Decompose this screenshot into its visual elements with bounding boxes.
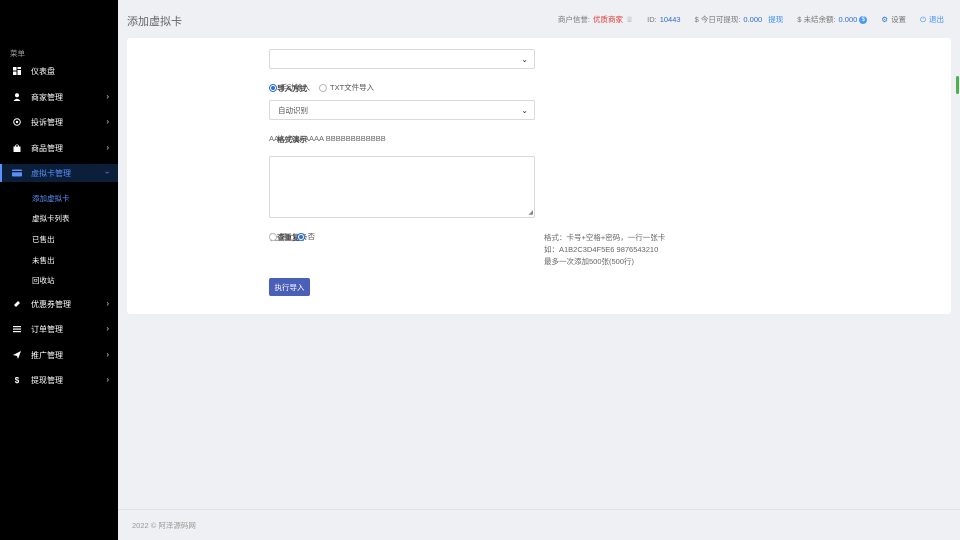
merchant-reputation: 商户信誉: 优质商家 ♕ [558, 14, 633, 25]
sidebar-item-label: 仪表盘 [31, 66, 55, 76]
radio-label: 是 [280, 232, 288, 241]
radio-label: 手动输入 [280, 83, 310, 92]
check-dup-no[interactable]: 否 [296, 231, 316, 242]
radio-unchecked-icon[interactable] [319, 83, 327, 92]
gear-icon: ⚙ [881, 15, 889, 24]
sidebar-item-label: 推广管理 [31, 350, 63, 360]
chevron-right-icon: › [106, 117, 109, 126]
id-label: ID: [647, 15, 657, 24]
footer-copyright: 2022 © 阿泽源码网 [132, 521, 196, 530]
import-method-manual[interactable]: 手动输入 [269, 82, 310, 93]
sidebar-item-promotion[interactable]: 推广管理 › [0, 346, 118, 364]
today-withdrawable: $ 今日可提现: 0.000 提现 [695, 14, 784, 25]
sub-item-add-card[interactable]: 添加虚拟卡 [32, 193, 70, 204]
chevron-down-icon: › [103, 171, 113, 174]
limit-hint: 最多一次添加500张(500行) [544, 257, 635, 266]
dollar-icon: $ [14, 375, 20, 385]
chevron-right-icon: › [106, 350, 109, 359]
sidebar-item-coupons[interactable]: 优惠券管理 › [0, 295, 118, 313]
sidebar-item-label: 投诉管理 [31, 117, 63, 127]
sidebar-item-label: 商家管理 [31, 92, 63, 102]
send-icon [11, 349, 23, 361]
power-icon: ⏻ [920, 14, 926, 24]
sidebar-item-label: 商品管理 [31, 143, 63, 153]
page-title: 添加虚拟卡 [127, 16, 182, 28]
chevron-down-icon: ⌄ [521, 106, 528, 115]
demo-value: AAAAAAAAAAA BBBBBBBBBBBB [269, 134, 386, 143]
sidebar-item-label: 提现管理 [31, 375, 63, 385]
list-icon [11, 323, 23, 335]
check-dup-yes[interactable]: 是 [269, 231, 288, 242]
pending-label: $ 未结余额: [797, 15, 836, 24]
ticket-icon [11, 298, 23, 310]
coin-icon: $ [859, 15, 868, 24]
pending-balance: $ 未结余额: 0.000 $ [797, 14, 868, 25]
user-icon [11, 91, 23, 103]
settings-label: 设置 [891, 15, 907, 24]
topbar: 添加虚拟卡 商户信誉: 优质商家 ♕ ID: 10443 $ 今日可提现: 0.… [118, 0, 960, 38]
sidebar-item-label: 优惠券管理 [31, 299, 71, 309]
import-method-txt[interactable]: TXT文件导入 [319, 82, 374, 93]
withdraw-link[interactable]: 提现 [768, 14, 783, 25]
sub-item-unsold[interactable]: 未售出 [32, 255, 55, 266]
account-info: 商户信誉: 优质商家 ♕ ID: 10443 $ 今日可提现: 0.000 提现… [544, 14, 944, 25]
merchant-label: 商户信誉: [557, 15, 590, 24]
id-value: 10443 [659, 15, 681, 24]
execute-import-button[interactable]: 执行导入 [269, 278, 310, 296]
sub-item-recycle-bin[interactable]: 回收站 [32, 275, 55, 286]
sidebar-menu-title: 菜单 [10, 49, 25, 58]
footer-divider [118, 509, 960, 510]
chevron-right-icon: › [106, 324, 109, 333]
sidebar: 菜单 仪表盘 商家管理 › 投诉管理 › 商品管理 › 虚拟卡管理 › 添加虚拟… [0, 0, 118, 540]
pending-value: 0.000 [838, 15, 858, 24]
resize-handle-icon[interactable]: ◢ [528, 209, 533, 216]
import-format-select[interactable]: 自动识别 ⌄ [269, 100, 535, 120]
form-card: 选择商品 ⌄ 导入方式 手动输入 TXT文件导入 导入格式 自动识别 ⌄ 格式演… [127, 38, 951, 314]
logout-label: 退出 [929, 15, 944, 24]
dashboard-icon [11, 65, 23, 77]
chevron-right-icon: › [106, 299, 109, 308]
scrollbar-thumb[interactable] [956, 76, 959, 94]
radio-checked-icon[interactable] [296, 232, 305, 241]
chevron-right-icon: › [106, 92, 109, 101]
format-hint: 格式：卡号+空格+密码，一行一张卡 [544, 233, 666, 242]
merchant-badge: 优质商家 [592, 15, 623, 24]
sidebar-item-products[interactable]: 商品管理 › [0, 139, 118, 157]
sidebar-item-merchants[interactable]: 商家管理 › [0, 88, 118, 106]
sidebar-item-withdrawals[interactable]: $ 提现管理 › [0, 371, 118, 389]
settings-button[interactable]: ⚙ 设置 [881, 14, 906, 25]
card-content-textarea[interactable]: ◢ [269, 156, 535, 218]
sidebar-item-label: 订单管理 [31, 324, 63, 334]
today-label: $ 今日可提现: [694, 15, 741, 24]
chevron-right-icon: › [106, 375, 109, 384]
sidebar-item-complaints[interactable]: 投诉管理 › [0, 113, 118, 131]
merchant-id: ID: 10443 [647, 15, 680, 24]
radio-label: TXT文件导入 [330, 83, 375, 92]
today-value: 0.000 [743, 15, 763, 24]
sidebar-item-label: 虚拟卡管理 [31, 168, 71, 178]
bag-icon [11, 142, 23, 154]
sub-item-sold[interactable]: 已售出 [32, 234, 55, 245]
chevron-right-icon: › [106, 143, 109, 152]
radio-checked-icon[interactable] [269, 83, 277, 92]
sidebar-item-dashboard[interactable]: 仪表盘 [0, 62, 118, 80]
check-dup-group: 是 否 [269, 231, 324, 242]
import-format-value: 自动识别 [278, 105, 308, 115]
chevron-down-icon: ⌄ [521, 55, 528, 64]
crown-icon: ♕ [625, 15, 634, 24]
sidebar-item-orders[interactable]: 订单管理 › [0, 320, 118, 338]
example-hint: 如：A1B2C3D4F5E6 9876543210 [544, 245, 659, 254]
radio-label: 否 [307, 232, 316, 241]
product-select[interactable]: ⌄ [269, 49, 535, 69]
radio-unchecked-icon[interactable] [269, 232, 277, 241]
sidebar-item-virtual-cards[interactable]: 虚拟卡管理 › [0, 164, 118, 182]
sub-item-card-list[interactable]: 虚拟卡列表 [32, 213, 70, 224]
complaint-icon [11, 116, 23, 128]
logout-button[interactable]: ⏻ 退出 [920, 14, 944, 25]
import-method-group: 手动输入 TXT文件导入 [269, 82, 383, 93]
card-icon [11, 167, 23, 179]
